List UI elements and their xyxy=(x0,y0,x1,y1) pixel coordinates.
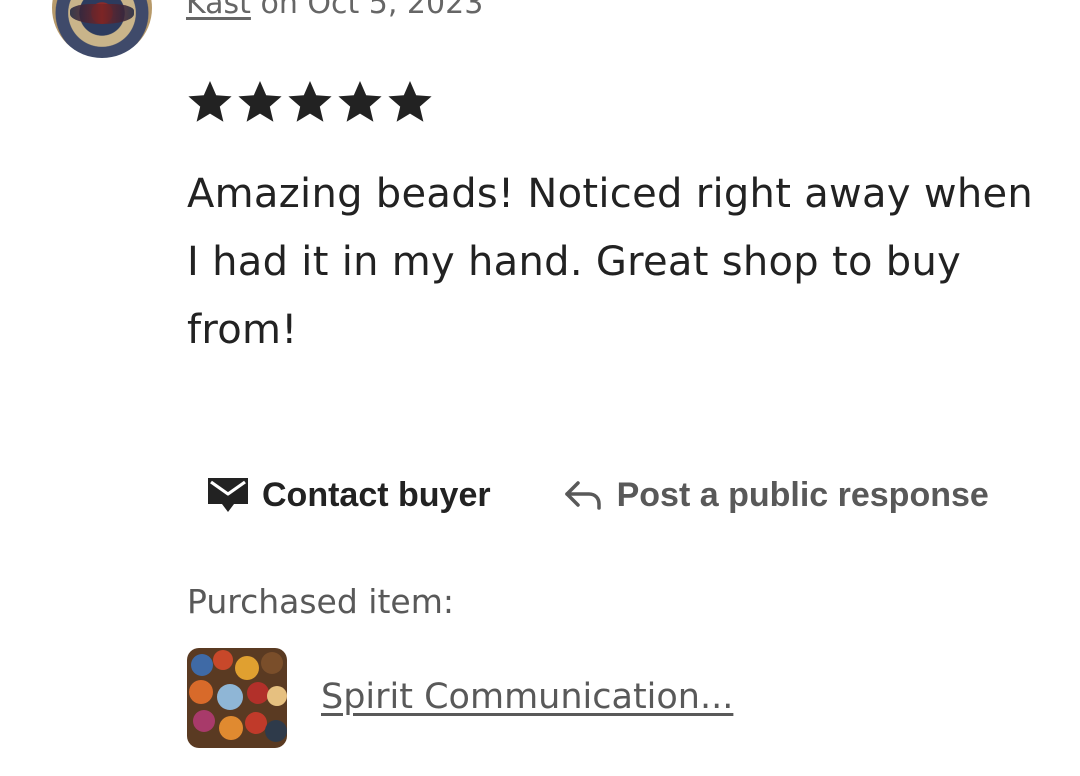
star-rating xyxy=(186,78,434,126)
reply-arrow-icon xyxy=(564,481,601,510)
star-icon xyxy=(388,81,432,122)
star-icon xyxy=(338,81,382,122)
post-public-response-button[interactable]: Post a public response xyxy=(563,476,989,515)
purchased-item-thumbnail[interactable] xyxy=(187,648,287,748)
contact-buyer-label: Contact buyer xyxy=(262,475,491,514)
review-actions: Contact buyer Post a public response xyxy=(206,470,989,520)
purchased-item-link[interactable]: Spirit Communication... xyxy=(321,674,733,720)
reviewer-name-link[interactable]: Kast xyxy=(186,0,251,21)
purchased-item-label: Purchased item: xyxy=(187,582,454,621)
review-text: Amazing beads! Noticed right away when I… xyxy=(187,171,1034,353)
post-public-response-label: Post a public response xyxy=(616,475,989,514)
mail-icon xyxy=(208,478,248,512)
avatar-emblem xyxy=(70,4,134,24)
contact-buyer-button[interactable]: Contact buyer xyxy=(206,475,491,515)
reviewer-avatar[interactable] xyxy=(52,0,152,58)
review-date: on Oct 5, 2023 xyxy=(250,0,484,21)
review-meta: Kast on Oct 5, 2023 xyxy=(186,0,483,24)
star-icon xyxy=(238,81,282,122)
star-icon xyxy=(288,81,332,122)
star-icon xyxy=(188,81,232,122)
